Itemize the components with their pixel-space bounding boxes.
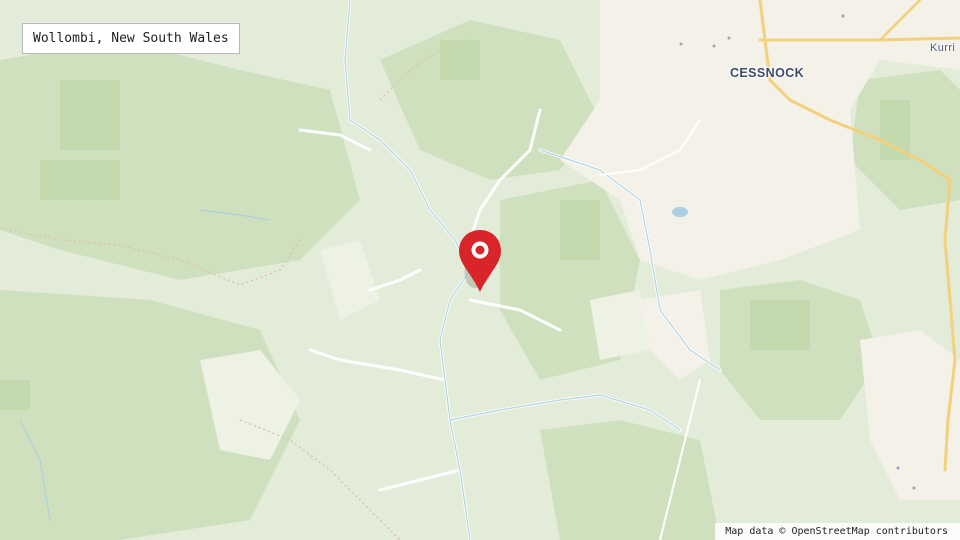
map-pin-icon[interactable] [456, 228, 506, 294]
reservoir [672, 207, 688, 217]
place-label: Wollombi, New South Wales [22, 23, 240, 54]
town-label-kurri: Kurri [930, 42, 956, 54]
map-pin-center [475, 245, 485, 255]
town-label-cessnock: CESSNOCK [730, 66, 805, 80]
map-pin-body [459, 230, 501, 292]
map-attribution: Map data © OpenStreetMap contributors [715, 523, 960, 540]
